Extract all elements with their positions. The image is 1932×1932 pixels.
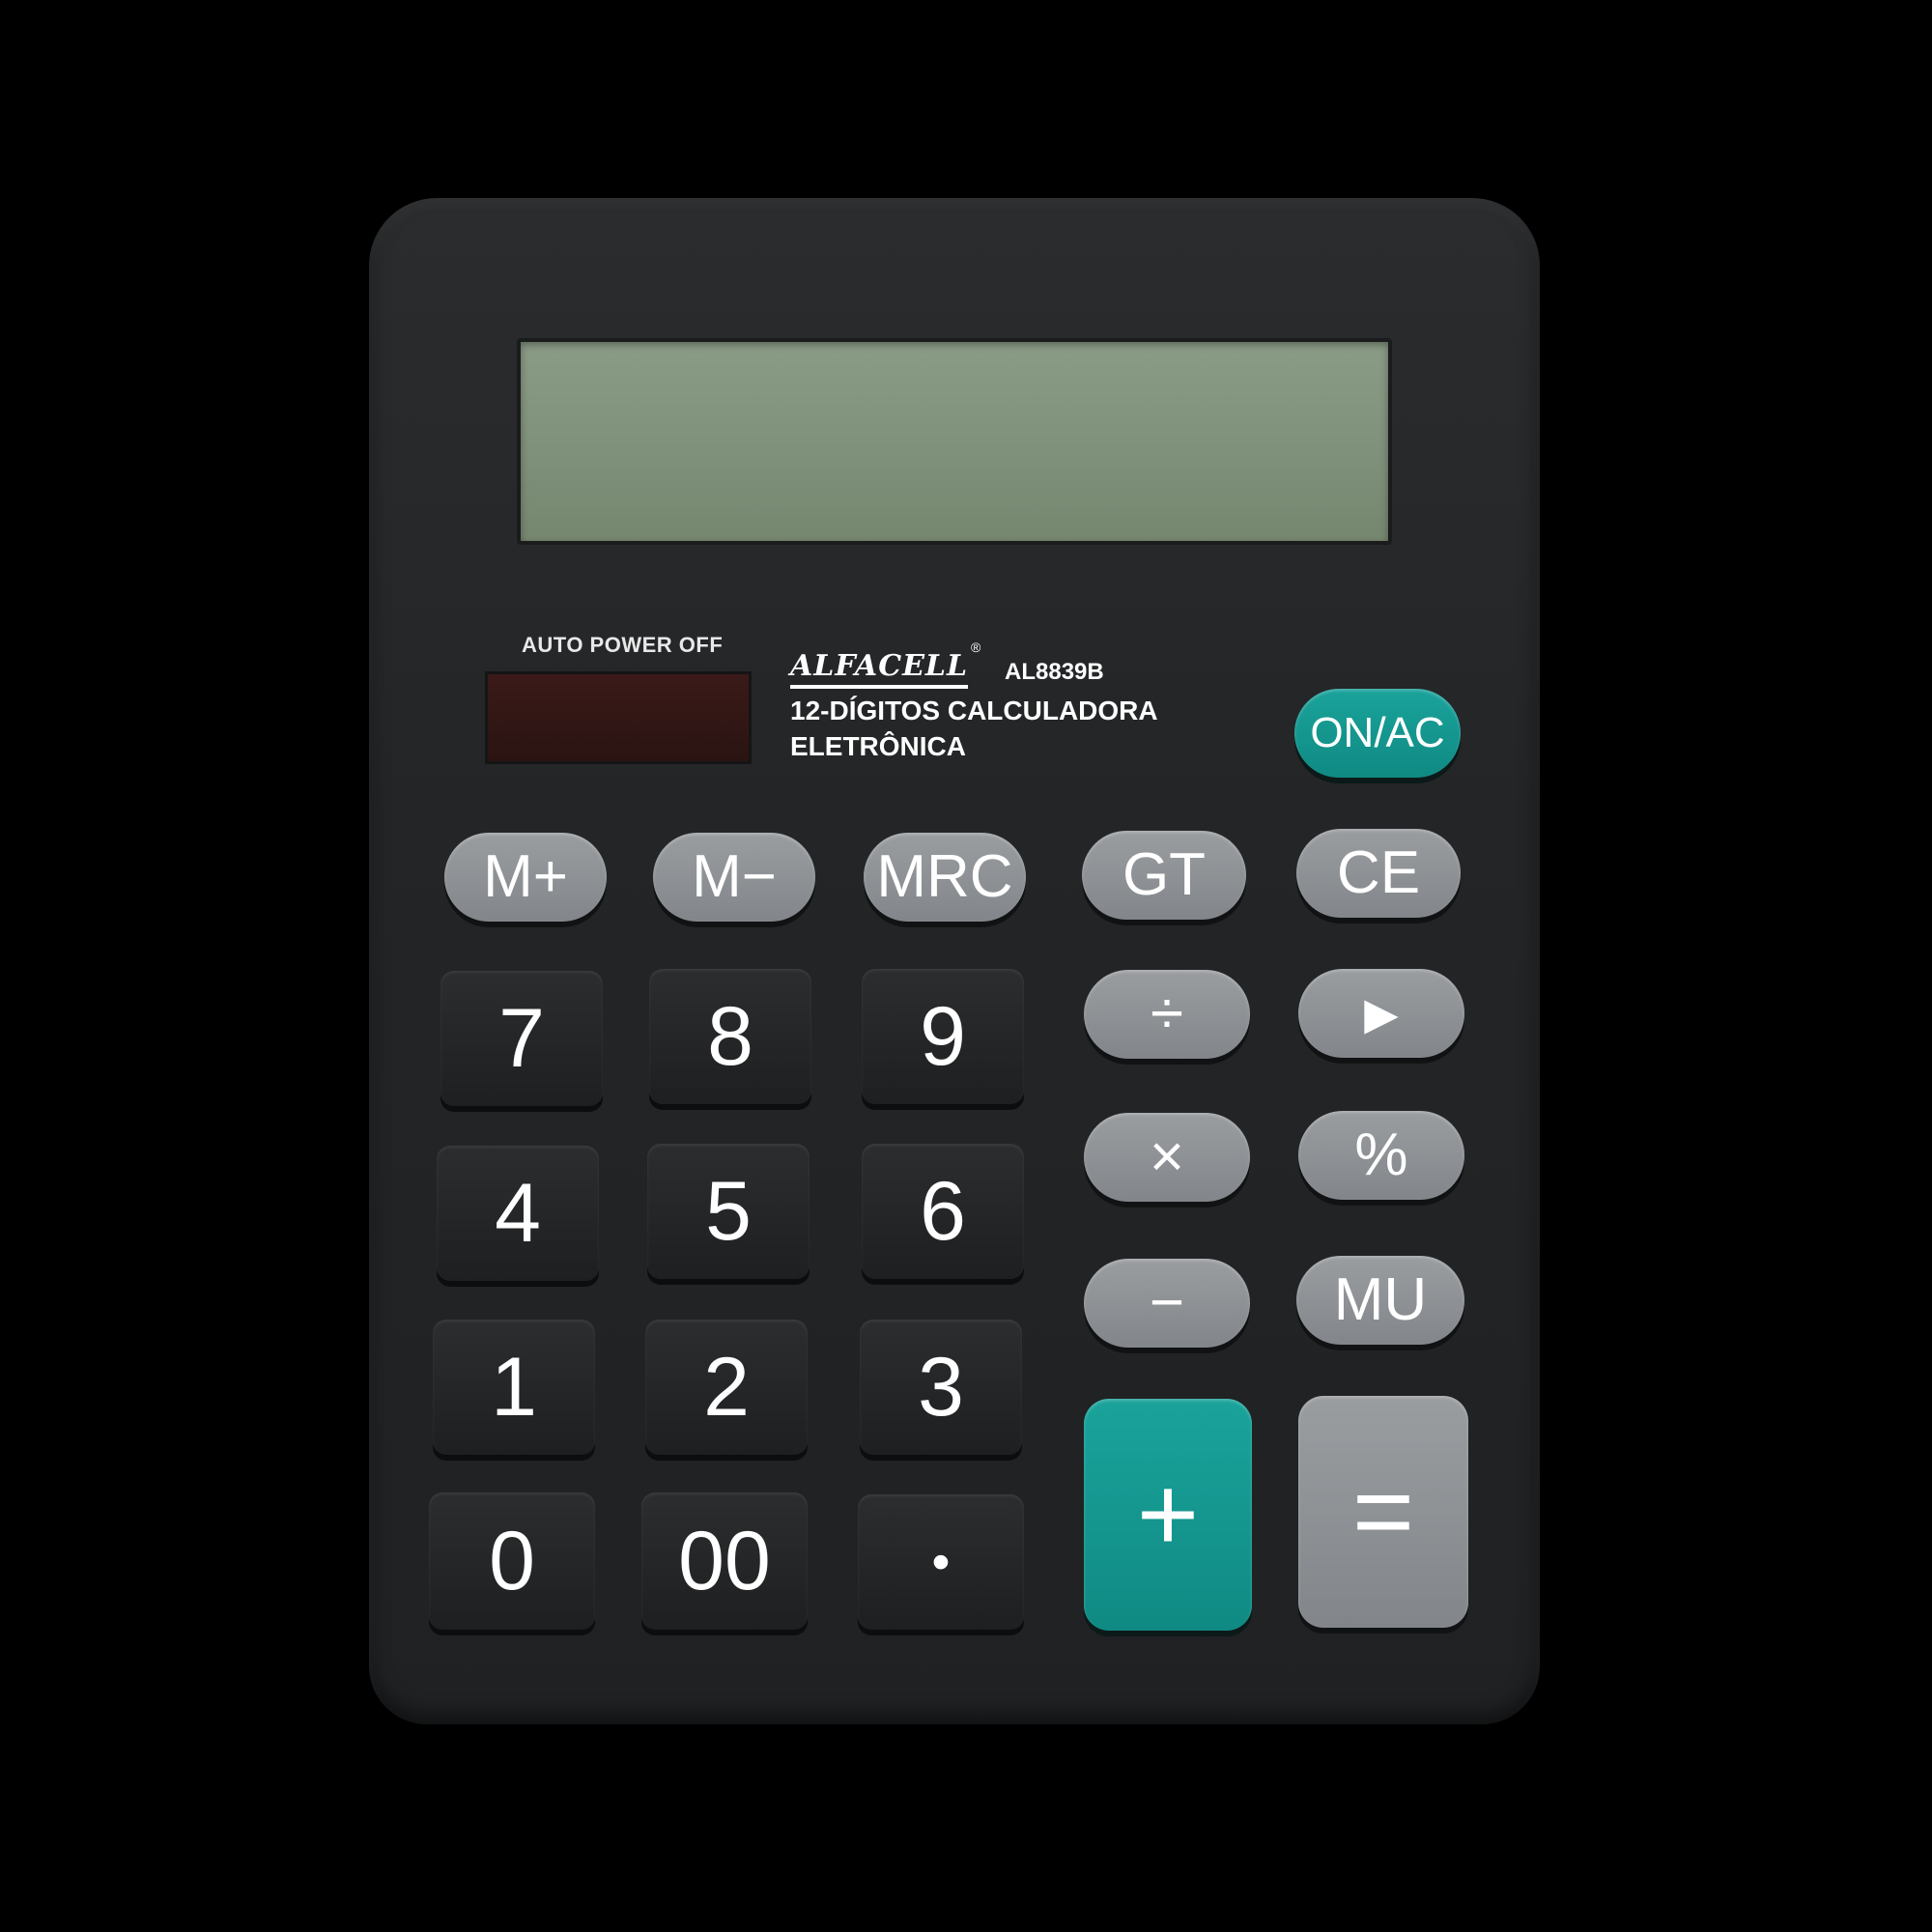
key-8[interactable]: 8 [649,969,811,1104]
m-plus-label: M+ [483,843,568,910]
plus-label: + [1136,1455,1200,1574]
key-3-label: 3 [918,1341,964,1434]
ce-label: CE [1336,839,1421,906]
minus-button[interactable]: − [1084,1259,1250,1348]
m-minus-label: M− [692,843,777,910]
product-photo: AUTO POWER OFF ALFACELL ® AL8839B 12-DÍG… [0,0,1932,1932]
key-5-label: 5 [705,1165,752,1258]
key-0[interactable]: 0 [429,1492,595,1630]
lcd-display [517,338,1392,545]
ce-button[interactable]: CE [1296,829,1461,918]
percent-button[interactable]: % [1298,1111,1464,1200]
equals-button[interactable]: = [1298,1396,1468,1628]
key-00[interactable]: 00 [641,1492,808,1630]
key-00-label: 00 [678,1515,771,1607]
description-line-1: 12-DÍGITOS CALCULADORA [790,696,1158,725]
key-0-label: 0 [489,1515,535,1607]
key-1[interactable]: 1 [433,1320,595,1455]
key-6-label: 6 [920,1165,966,1258]
decimal-button[interactable]: • [858,1494,1024,1630]
mrc-label: MRC [876,843,1013,910]
mu-label: MU [1333,1266,1428,1333]
key-7[interactable]: 7 [440,971,603,1106]
registered-mark: ® [971,639,981,655]
key-5[interactable]: 5 [647,1144,810,1279]
on-ac-label: ON/AC [1310,709,1445,756]
model-number: AL8839B [1005,659,1104,685]
brand-logo: ALFACELL [790,649,969,689]
key-7-label: 7 [498,992,545,1085]
key-2-label: 2 [703,1341,750,1434]
gt-label: GT [1122,841,1207,908]
decimal-point-label: • [931,1533,951,1591]
key-9[interactable]: 9 [862,969,1024,1104]
mu-button[interactable]: MU [1296,1256,1464,1345]
key-3[interactable]: 3 [860,1320,1022,1455]
minus-label: − [1149,1269,1185,1336]
percent-label: % [1354,1122,1408,1188]
plus-button[interactable]: + [1084,1399,1252,1631]
key-4-label: 4 [495,1167,541,1260]
key-6[interactable]: 6 [862,1144,1024,1279]
divide-label: ÷ [1150,980,1184,1047]
multiply-button[interactable]: × [1084,1113,1250,1202]
key-2[interactable]: 2 [645,1320,808,1455]
divide-button[interactable]: ÷ [1084,970,1250,1059]
auto-power-off-label: AUTO POWER OFF [522,633,724,657]
key-1-label: 1 [491,1341,537,1434]
solar-panel [485,671,752,764]
m-minus-button[interactable]: M− [653,833,815,922]
description-line-2: ELETRÔNICA [790,731,966,761]
key-9-label: 9 [920,990,966,1083]
gt-button[interactable]: GT [1082,831,1246,920]
mrc-button[interactable]: MRC [864,833,1026,922]
m-plus-button[interactable]: M+ [444,833,607,922]
equals-label: = [1351,1452,1415,1571]
key-4[interactable]: 4 [437,1146,599,1281]
on-ac-button[interactable]: ON/AC [1294,689,1461,778]
play-arrow-icon: ▶ [1364,988,1399,1038]
multiply-label: × [1149,1123,1185,1190]
backspace-button[interactable]: ▶ [1298,969,1464,1058]
key-8-label: 8 [707,990,753,1083]
